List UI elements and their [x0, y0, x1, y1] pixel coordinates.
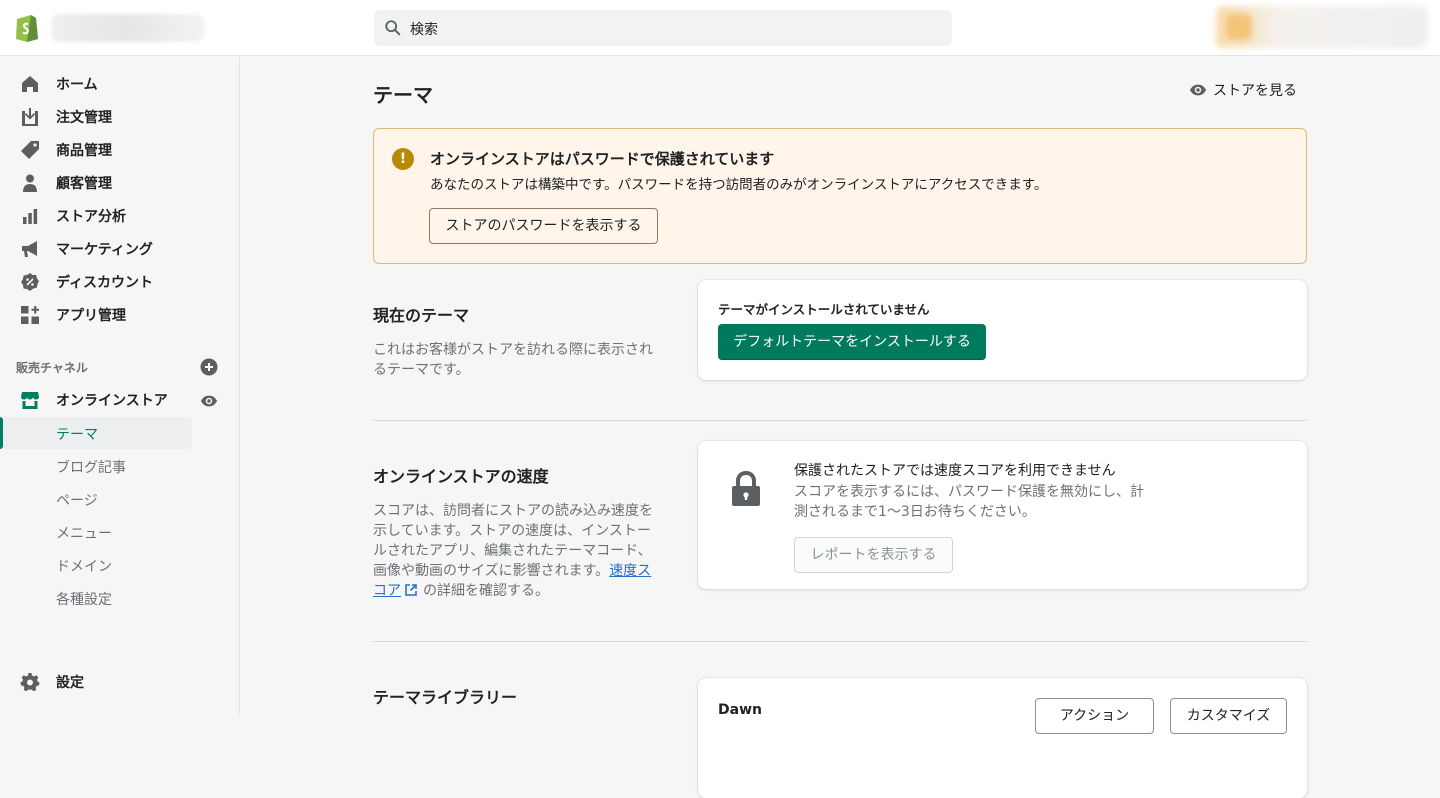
show-password-button[interactable]: ストアのパスワードを表示する — [429, 208, 658, 244]
sidebar-sub-item-preferences[interactable]: 各種設定 — [0, 582, 192, 614]
customer-icon — [23, 174, 37, 192]
sidebar-item-label: 注文管理 — [56, 110, 112, 126]
sidebar: ホーム 注文管理 商品管理 顧客管理 ストア分析 マーケティング ディスカウント… — [0, 57, 240, 714]
sidebar-item-label: オンラインストア — [56, 393, 168, 409]
theme-library-card: Dawn アクション カスタマイズ — [698, 678, 1307, 798]
sidebar-item-label: 設定 — [56, 675, 84, 691]
view-store-label: ストアを見る — [1213, 83, 1297, 99]
sidebar-item-marketing[interactable]: マーケティング — [0, 232, 240, 265]
warning-icon: ! — [392, 148, 414, 170]
shopify-logo[interactable] — [14, 11, 40, 42]
external-link-icon[interactable] — [405, 584, 417, 596]
section-divider — [373, 420, 1307, 421]
sidebar-item-discounts[interactable]: ディスカウント — [0, 265, 240, 298]
analytics-icon — [23, 209, 38, 224]
apps-icon — [21, 306, 39, 324]
sidebar-sub-item-label: ドメイン — [56, 559, 112, 575]
view-store-button[interactable]: ストアを見る — [1189, 80, 1297, 100]
store-name-blurred[interactable] — [52, 14, 204, 42]
install-default-theme-button[interactable]: デフォルトテーマをインストールする — [718, 324, 986, 360]
current-theme-description: これはお客様がストアを訪れる際に表示されるテーマです。 — [373, 342, 653, 378]
tag-icon — [21, 141, 39, 159]
page-title: テーマ — [373, 83, 433, 107]
actions-button[interactable]: アクション — [1035, 698, 1154, 734]
sidebar-item-customers[interactable]: 顧客管理 — [0, 166, 240, 199]
lock-icon — [732, 471, 760, 506]
speed-unavailable-title: 保護されたストアでは速度スコアを利用できません — [794, 463, 1116, 479]
top-bar: 検索 — [0, 0, 1440, 56]
sidebar-item-label: ストア分析 — [56, 209, 126, 225]
gear-icon — [20, 673, 40, 692]
speed-unavailable-description: スコアを表示するには、パスワード保護を無効にし、計測されるまで1〜3日お待ちくだ… — [794, 484, 1144, 520]
search-input[interactable]: 検索 — [410, 19, 438, 39]
no-theme-label: テーマがインストールされていません — [718, 302, 930, 317]
sidebar-sub-item-menus[interactable]: メニュー — [0, 516, 192, 548]
sidebar-item-label: マーケティング — [56, 242, 153, 258]
sidebar-sub-item-label: メニュー — [56, 526, 112, 542]
sidebar-sub-item-label: テーマ — [56, 427, 98, 443]
home-icon — [22, 76, 38, 92]
avatar — [1226, 14, 1252, 40]
sidebar-sub-item-domains[interactable]: ドメイン — [0, 549, 192, 581]
discount-icon — [21, 273, 39, 291]
password-protection-banner: ! オンラインストアはパスワードで保護されています あなたのストアは構築中です。… — [373, 128, 1307, 264]
sidebar-sub-item-pages[interactable]: ページ — [0, 483, 192, 515]
banner-title: オンラインストアはパスワードで保護されています — [430, 150, 775, 168]
search-bar[interactable]: 検索 — [374, 10, 952, 46]
speed-description: スコアは、訪問者にストアの読み込み速度を示しています。ストアの速度は、インストー… — [373, 501, 659, 601]
sidebar-item-label: 商品管理 — [56, 143, 112, 159]
banner-description: あなたのストアは構築中です。パスワードを持つ訪問者のみがオンラインストアにアクセ… — [430, 177, 1048, 193]
sidebar-sub-item-label: ページ — [56, 493, 98, 509]
sidebar-item-orders[interactable]: 注文管理 — [0, 100, 240, 133]
speed-title: オンラインストアの速度 — [373, 467, 549, 486]
current-theme-title: 現在のテーマ — [373, 306, 470, 325]
orders-icon — [22, 108, 38, 126]
active-indicator — [0, 417, 3, 449]
sidebar-item-products[interactable]: 商品管理 — [0, 133, 240, 166]
search-icon — [385, 20, 401, 36]
theme-library-title: テーマライブラリー — [373, 688, 518, 707]
section-divider — [373, 641, 1307, 642]
sidebar-item-label: ディスカウント — [56, 275, 154, 291]
speed-card: 保護されたストアでは速度スコアを利用できません スコアを表示するには、パスワード… — [698, 441, 1307, 589]
user-menu-blurred[interactable] — [1216, 6, 1428, 48]
customize-button[interactable]: カスタマイズ — [1170, 698, 1287, 734]
view-report-button[interactable]: レポートを表示する — [794, 537, 953, 573]
sidebar-sub-item-label: 各種設定 — [56, 592, 112, 608]
add-circle-icon[interactable] — [200, 358, 218, 376]
sidebar-item-apps[interactable]: アプリ管理 — [0, 298, 240, 331]
sidebar-item-settings[interactable]: 設定 — [0, 665, 240, 698]
sidebar-sub-item-label: ブログ記事 — [56, 460, 126, 476]
theme-name: Dawn — [718, 702, 762, 718]
sales-channels-label: 販売チャネル — [16, 361, 88, 375]
sidebar-sub-item-blog[interactable]: ブログ記事 — [0, 450, 192, 482]
sidebar-item-label: アプリ管理 — [56, 308, 126, 324]
megaphone-icon — [22, 241, 37, 257]
eye-icon — [1189, 84, 1207, 96]
speed-description-suffix: の詳細を確認する。 — [423, 583, 549, 599]
sidebar-item-home[interactable]: ホーム — [0, 67, 240, 100]
sidebar-item-label: 顧客管理 — [56, 176, 112, 192]
sidebar-item-label: ホーム — [56, 77, 98, 93]
current-theme-card: テーマがインストールされていません デフォルトテーマをインストールする — [698, 280, 1307, 380]
sidebar-sub-item-themes[interactable]: テーマ — [0, 417, 192, 449]
store-icon — [21, 392, 39, 409]
main-content: テーマ ストアを見る ! オンラインストアはパスワードで保護されています あなた… — [241, 57, 1440, 798]
eye-icon[interactable] — [200, 392, 218, 410]
sidebar-item-analytics[interactable]: ストア分析 — [0, 199, 240, 232]
